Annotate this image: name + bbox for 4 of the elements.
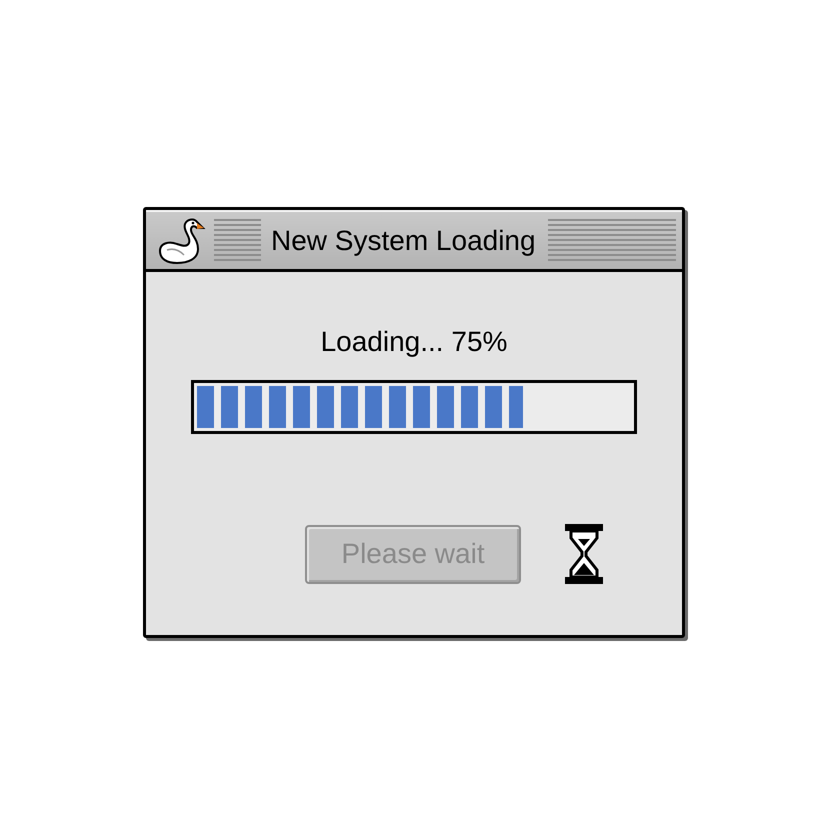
window-title: New System Loading xyxy=(271,224,536,258)
loading-status-text: Loading... 75% xyxy=(320,325,508,359)
hourglass-icon xyxy=(564,523,604,585)
swan-icon xyxy=(157,216,207,264)
